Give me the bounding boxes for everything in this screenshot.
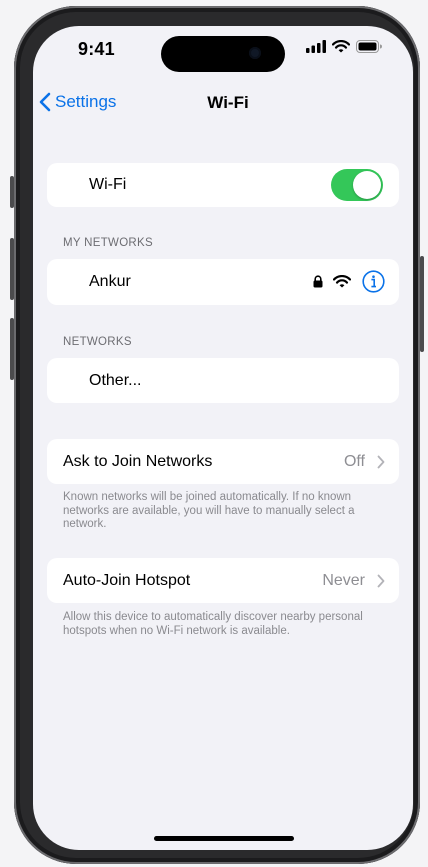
- network-row-ankur[interactable]: Ankur: [47, 259, 399, 305]
- dynamic-island: [161, 36, 285, 72]
- camera-icon: [249, 47, 261, 59]
- status-time: 9:41: [78, 39, 115, 59]
- ask-to-join-row[interactable]: Ask to Join Networks Off: [47, 439, 399, 484]
- info-icon[interactable]: [362, 270, 385, 293]
- other-network-label: Other...: [89, 372, 142, 389]
- home-indicator[interactable]: [154, 836, 294, 841]
- screen: 9:41 Settings Wi-Fi Wi-Fi MY NETWORKS An…: [33, 26, 413, 850]
- ask-to-join-label: Ask to Join Networks: [63, 453, 213, 470]
- toggle-knob: [353, 171, 381, 199]
- status-bar: 9:41: [33, 26, 413, 81]
- wifi-toggle-label: Wi-Fi: [89, 176, 127, 193]
- wifi-status-icon: [332, 40, 350, 53]
- action-button: [10, 176, 14, 208]
- navigation-bar: Settings Wi-Fi: [33, 92, 413, 122]
- volume-up-button: [10, 238, 14, 300]
- cellular-signal-icon: [306, 40, 326, 53]
- ask-to-join-footer: Known networks will be joined automatica…: [63, 491, 355, 530]
- networks-header: NETWORKS: [63, 336, 132, 348]
- auto-join-footer: Allow this device to automatically disco…: [63, 611, 363, 637]
- auto-join-hotspot-row[interactable]: Auto-Join Hotspot Never: [47, 558, 399, 603]
- wifi-icon: [333, 275, 351, 288]
- wifi-toggle-row: Wi-Fi: [47, 163, 399, 207]
- lock-icon: [313, 275, 323, 288]
- battery-icon: [356, 40, 382, 53]
- status-icons: [306, 40, 383, 53]
- my-networks-header: MY NETWORKS: [63, 237, 153, 249]
- auto-join-label: Auto-Join Hotspot: [63, 572, 191, 589]
- volume-down-button: [10, 318, 14, 380]
- auto-join-value: Never: [322, 572, 365, 589]
- wifi-toggle-switch[interactable]: [331, 169, 383, 201]
- ask-to-join-value: Off: [343, 453, 365, 470]
- network-name: Ankur: [89, 273, 131, 290]
- network-row-other[interactable]: Other...: [47, 358, 399, 403]
- chevron-right-icon: [377, 574, 385, 588]
- power-button: [420, 256, 424, 352]
- chevron-right-icon: [377, 455, 385, 469]
- page-title: Wi-Fi: [207, 93, 249, 112]
